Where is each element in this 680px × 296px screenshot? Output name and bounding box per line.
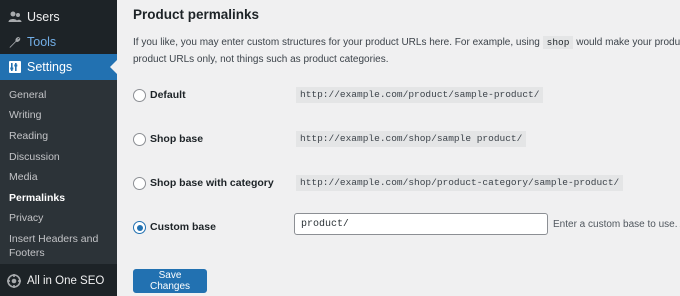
main-content: Product permalinks If you like, you may …	[117, 0, 680, 296]
submenu-item-discussion[interactable]: Discussion	[9, 151, 60, 164]
description-text-line2: product URLs only, not things such as pr…	[133, 54, 389, 65]
settings-sliders-icon	[8, 60, 22, 74]
submenu-item-reading[interactable]: Reading	[9, 130, 48, 143]
submenu-item-writing[interactable]: Writing	[9, 109, 41, 122]
custom-base-help-text: Enter a custom base to use. A	[553, 219, 680, 230]
option-custom-base-label[interactable]: Custom base	[150, 221, 216, 234]
submenu-item-privacy[interactable]: Privacy	[9, 212, 43, 225]
menu-item-users[interactable]: Users	[0, 5, 117, 29]
option-shop-base-radio[interactable]	[133, 133, 146, 146]
submenu-item-permalinks[interactable]: Permalinks	[9, 192, 65, 205]
description-text-suffix: would make your product links	[576, 37, 680, 48]
option-default-example: http://example.com/product/sample-produc…	[296, 87, 544, 103]
submenu-item-media[interactable]: Media	[9, 171, 38, 184]
submenu-item-general[interactable]: General	[9, 89, 46, 102]
option-custom-base-radio[interactable]	[133, 221, 146, 234]
settings-submenu: General Writing Reading Discussion Media…	[0, 80, 117, 264]
description-text-prefix: If you like, you may enter custom struct…	[133, 37, 543, 48]
option-default-radio[interactable]	[133, 89, 146, 102]
menu-settings-label: Settings	[27, 60, 73, 74]
menu-aioseo-label: All in One SEO	[27, 275, 105, 287]
option-default-label[interactable]: Default	[150, 89, 186, 102]
save-changes-button[interactable]: Save Changes	[133, 269, 207, 293]
section-description: If you like, you may enter custom struct…	[133, 34, 680, 68]
option-shop-base-category-example: http://example.com/shop/product-category…	[296, 175, 624, 191]
menu-item-tools[interactable]: Tools	[0, 30, 117, 54]
option-shop-base-example: http://example.com/shop/sample product/	[296, 131, 527, 147]
menu-item-all-in-one-seo[interactable]: All in One SEO	[0, 268, 117, 294]
aioseo-logo-icon	[7, 274, 21, 288]
description-code-shop: shop	[542, 36, 574, 49]
section-title: Product permalinks	[133, 7, 260, 22]
submenu-item-insert-headers-footers-line2[interactable]: Footers	[9, 247, 45, 260]
submenu-item-insert-headers-footers[interactable]: Insert Headers and	[9, 233, 98, 246]
current-menu-arrow	[110, 60, 117, 74]
option-shop-base-label[interactable]: Shop base	[150, 133, 203, 146]
option-shop-base-category-radio[interactable]	[133, 177, 146, 190]
menu-item-settings[interactable]: Settings	[0, 54, 117, 80]
users-icon	[8, 10, 22, 24]
option-shop-base-category-label[interactable]: Shop base with category	[150, 177, 274, 190]
menu-users-label: Users	[27, 10, 60, 24]
wrench-icon	[8, 35, 22, 49]
custom-base-input[interactable]	[294, 213, 548, 235]
admin-sidebar: Users Tools Settings General Writing Rea…	[0, 0, 117, 296]
menu-tools-label: Tools	[27, 35, 57, 49]
